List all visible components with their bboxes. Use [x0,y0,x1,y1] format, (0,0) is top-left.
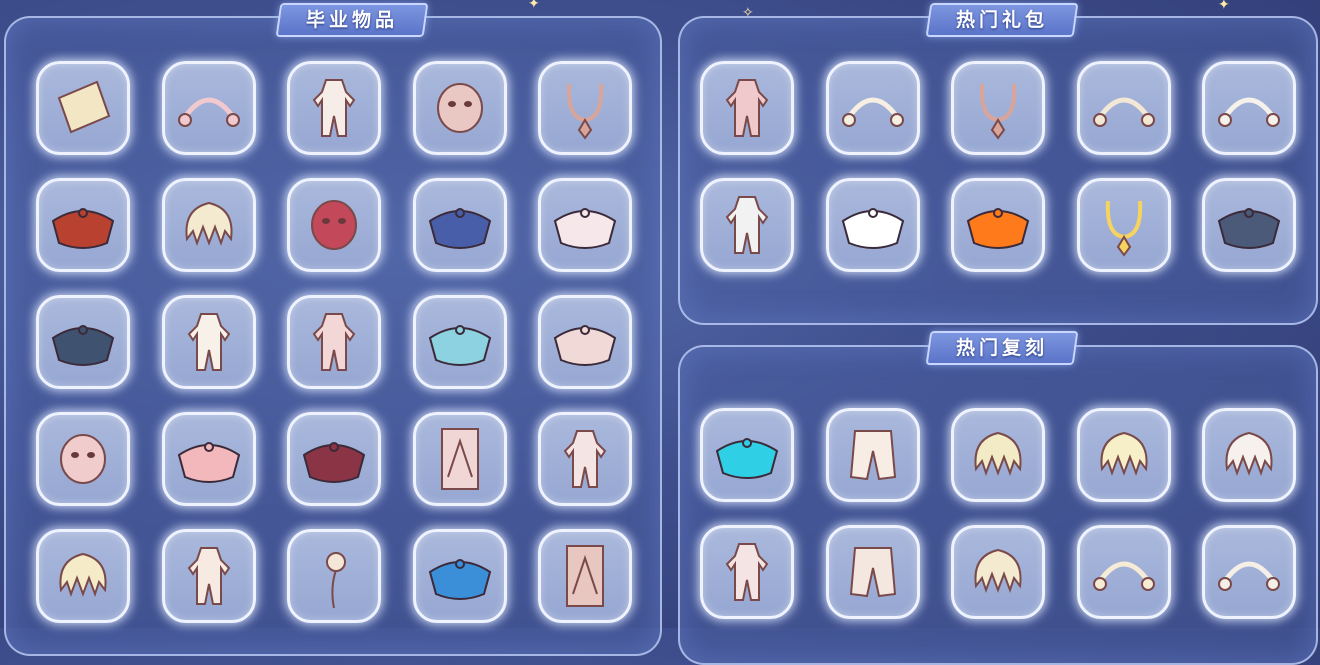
graduation-item-slot[interactable] [538,178,632,272]
reprint-item-slot[interactable] [1076,408,1171,502]
reprint-item-slot[interactable] [1202,408,1296,502]
graduation-item-slot[interactable] [412,295,507,389]
maroon-cape-icon [302,442,366,483]
graduation-item-slot[interactable] [287,412,381,506]
hooded-outfit-icon [563,430,607,488]
blue-cape-icon [428,208,491,249]
graduation-item-slot[interactable] [412,412,507,506]
antler-mask-icon [311,200,357,250]
scarf-cape-icon [553,325,617,366]
cyan-swirl-cape-icon [715,438,779,479]
graduation-item-slot[interactable] [287,178,381,272]
cat-ear-hair-icon [1225,431,1273,476]
scroll-bracelet-icon [57,80,111,134]
reprint-item-slot[interactable] [825,525,920,619]
figure-statue-icon [440,428,479,490]
reprint-item-slot[interactable] [951,408,1045,502]
graduation-item-slot[interactable] [538,61,632,155]
short-tuft-hair-icon [1099,431,1148,476]
graduation-item-slot[interactable] [538,295,632,389]
cat-outline-outfit-icon [725,196,769,254]
baggy-pants-icon [849,430,896,481]
star-decoration-icon: ✦ [1218,0,1230,13]
gold-chain-necklace-icon [1105,200,1142,257]
antler-horns-icon [1092,97,1155,127]
framed-portrait-icon [566,545,604,607]
wrap-outfit-icon [312,313,356,371]
pink-frill-cape-icon [177,442,240,483]
cargo-pants-icon [849,547,896,598]
gift-item-slot[interactable] [1076,61,1171,155]
orange-cape-icon [966,208,1030,249]
earmuffs-icon [1092,561,1155,591]
graduation-item-slot[interactable] [287,295,381,389]
graduation-item-slot[interactable] [287,61,381,155]
graduation-item-slot[interactable] [538,412,632,506]
graduation-item-slot[interactable] [36,295,130,389]
graduation-item-slot[interactable] [36,61,130,155]
wizard-hat-icon [1218,97,1280,127]
graduation-item-slot[interactable] [161,412,256,506]
reprint-item-slot[interactable] [825,408,920,502]
reprint-item-slot[interactable] [1202,525,1296,619]
hot-gifts-title-text: 热门礼包 [956,9,1049,31]
gift-item-slot[interactable] [1202,61,1296,155]
graduation-item-slot[interactable] [412,178,507,272]
moon-star-crown-icon [841,97,904,127]
graduation-item-slot[interactable] [36,178,130,272]
graduation-items-title-text: 毕业物品 [306,9,399,31]
jumpsuit-outfit-icon [725,543,769,601]
four-petal-cape-icon [841,208,904,249]
graduation-item-slot[interactable] [412,61,507,155]
hot-reprints-title: 热门复刻 [925,331,1079,365]
diamond-necklace-icon [979,83,1017,140]
hot-reprints-title-text: 热门复刻 [956,337,1049,359]
gift-item-slot[interactable] [825,178,920,272]
rose-icon [326,552,346,609]
graduation-item-slot[interactable] [36,412,130,506]
crystal-mask-icon [60,434,106,484]
white-outfit-icon [312,79,356,137]
gift-item-slot[interactable] [825,61,920,155]
long-wavy-hair-icon [974,431,1022,476]
round-mask-icon [436,83,483,133]
long-robe-icon [187,547,230,605]
gray-bat-cape-icon [1217,208,1281,249]
horned-hair-icon [184,201,233,246]
graduation-item-slot[interactable] [36,529,130,623]
gift-item-slot[interactable] [951,61,1045,155]
gift-item-slot[interactable] [1202,178,1296,272]
reprint-item-slot[interactable] [1076,525,1171,619]
graduation-item-slot[interactable] [538,529,632,623]
graduation-item-slot[interactable] [161,61,256,155]
gift-item-slot[interactable] [951,178,1045,272]
blue-feather-cape-icon [428,559,491,600]
white-hood-icon [187,313,230,371]
reprint-item-slot[interactable] [700,408,794,502]
saucer-hat-icon [1218,561,1280,591]
hot-gifts-title: 热门礼包 [925,3,1079,37]
pink-outfit-icon [725,79,769,137]
star-decoration-icon: ✦ [528,0,540,12]
graduation-item-slot[interactable] [161,295,256,389]
red-cape-icon [51,208,115,249]
graduation-item-slot[interactable] [161,529,256,623]
reprint-item-slot[interactable] [951,525,1045,619]
spiky-hair-icon [59,552,107,597]
reprint-item-slot[interactable] [700,525,794,619]
flower-crown-hair-icon [974,548,1022,593]
pendant-necklace-icon [566,83,604,140]
graduation-item-slot[interactable] [161,178,256,272]
winged-headband-icon [177,97,240,127]
gift-item-slot[interactable] [700,61,794,155]
gift-item-slot[interactable] [700,178,794,272]
gift-item-slot[interactable] [1076,178,1171,272]
teal-cape-icon [428,325,491,366]
graduation-item-slot[interactable] [412,529,507,623]
white-wing-cape-icon [553,208,617,249]
dark-layered-cape-icon [51,325,115,366]
graduation-items-title: 毕业物品 [275,3,429,37]
graduation-item-slot[interactable] [287,529,381,623]
